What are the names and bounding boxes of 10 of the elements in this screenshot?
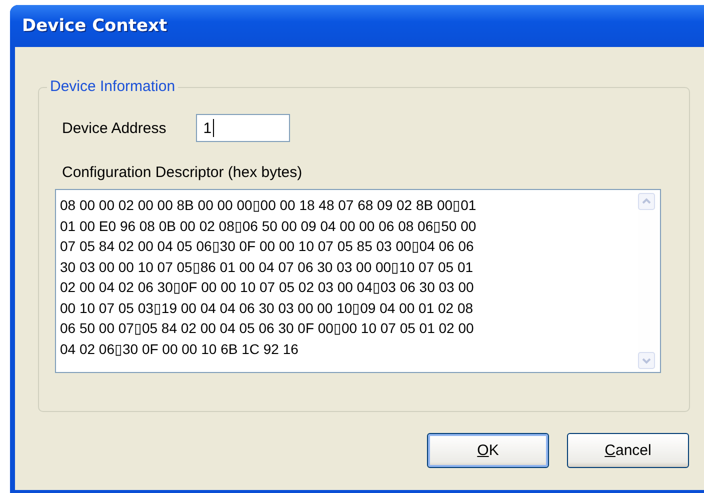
device-address-field[interactable]: 1 — [196, 114, 290, 142]
window-title: Device Context — [21, 16, 168, 36]
hex-bytes-field[interactable] — [55, 189, 661, 373]
hex-bytes-text: 08 00 00 02 00 00 8B 00 00 00▯00 00 18 48 07 68 09 02 8B 00▯01 01 00 E0 96 08 0B 00 02 08▯06 50 00 09 04 00 00 06 08 06▯50 00 07 05 84 02 00 04 05 06▯30 0F 00 00 10 07 05 85 03 00▯04 06 06 30 03 00 00 10 07 05▯86 01 00 04 07 06 30 03 00 00▯10 07 05 01 02 00 04 02 06 30▯0F 00 00 10 07 05 02 03 00 04▯03 06 30 03 00 00 10 07 05 03▯19 00 04 04 06 30 03 00 00 10▯09 04 00 01 02 08 06 50 00 07▯05 84 02 00 04 05 06 30 0F 00▯00 10 07 05 01 02 00 04 02 06▯30 0F 00 00 10 6B 1C 92 16 — [59, 196, 478, 358]
device-address-label: Device Address — [62, 120, 166, 136]
dialog-button[interactable]: OK — [427, 433, 549, 468]
descriptor-label: Configuration Descriptor (hex bytes) — [62, 164, 304, 181]
dialog-button[interactable]: Cancel — [567, 433, 689, 468]
scroll-up-icon[interactable] — [638, 193, 655, 210]
scroll-down-icon[interactable] — [638, 352, 655, 369]
